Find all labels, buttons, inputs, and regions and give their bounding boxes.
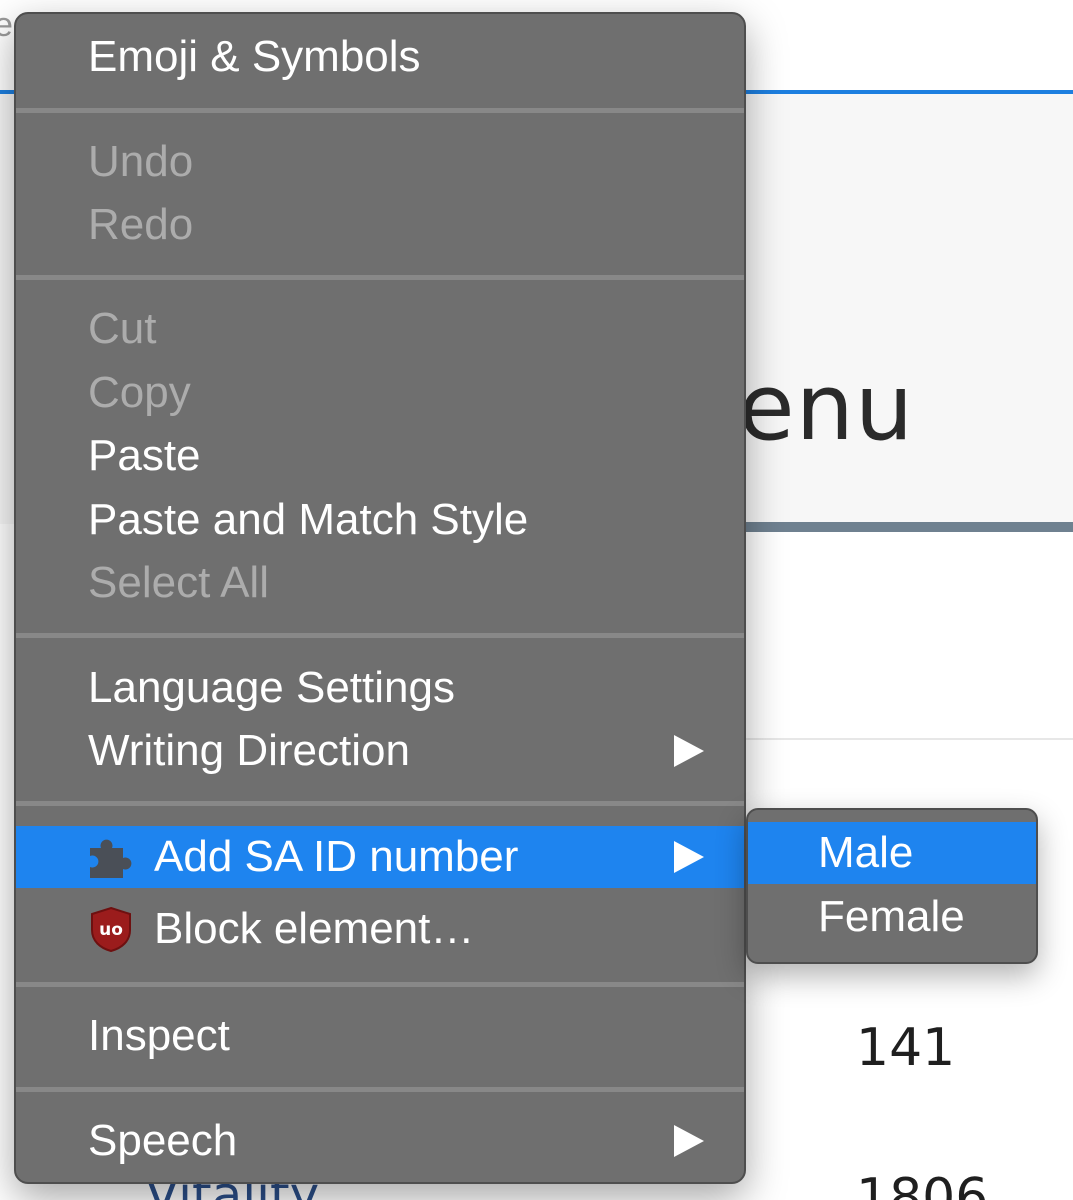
menu-item-paste[interactable]: Paste [16, 425, 744, 487]
menu-item-select-all[interactable]: Select All [16, 552, 744, 614]
context-menu: Emoji & Symbols Undo Redo Cut Copy Paste… [14, 12, 746, 1184]
table-cell-value: 141 [856, 1018, 956, 1078]
page-edge-text: e [0, 6, 13, 44]
menu-item-inspect[interactable]: Inspect [16, 1005, 744, 1067]
menu-item-label: Writing Direction [88, 726, 410, 775]
chevron-right-icon [674, 735, 704, 767]
menu-separator [16, 1087, 744, 1092]
puzzle-extension-icon [90, 839, 132, 878]
submenu-add-sa-id: Male Female [746, 808, 1038, 964]
chevron-right-icon [674, 841, 704, 873]
menu-item-label: Speech [88, 1116, 238, 1165]
menu-separator [16, 275, 744, 280]
submenu-item-female[interactable]: Female [748, 886, 1036, 948]
menu-item-paste-match-style[interactable]: Paste and Match Style [16, 489, 744, 551]
menu-separator [16, 801, 744, 806]
menu-item-writing-direction[interactable]: Writing Direction [16, 720, 744, 782]
submenu-item-male[interactable]: Male [748, 822, 1036, 884]
menu-item-cut[interactable]: Cut [16, 298, 744, 360]
menu-item-copy[interactable]: Copy [16, 362, 744, 424]
menu-item-speech[interactable]: Speech [16, 1110, 744, 1172]
menu-item-undo[interactable]: Undo [16, 131, 744, 193]
menu-item-label: Block element… [154, 904, 475, 953]
menu-item-add-sa-id-number[interactable]: Add SA ID number [16, 826, 744, 888]
menu-item-language-settings[interactable]: Language Settings [16, 657, 744, 719]
menu-item-emoji-symbols[interactable]: Emoji & Symbols [16, 26, 744, 88]
chevron-right-icon [674, 1125, 704, 1157]
menu-separator [16, 982, 744, 987]
menu-separator [16, 108, 744, 113]
menu-item-redo[interactable]: Redo [16, 194, 744, 256]
ublock-origin-icon: uo [91, 906, 131, 952]
svg-text:uo: uo [99, 920, 123, 940]
menu-item-label: Add SA ID number [154, 832, 519, 881]
menu-item-block-element[interactable]: uo Block element… [16, 898, 744, 960]
menu-separator [16, 633, 744, 638]
table-cell-value: 1806 [856, 1168, 989, 1200]
page-heading: enu [738, 354, 915, 461]
screenshot-canvas: e enu 141 Vitality 1806 Emoji & Symbols … [0, 0, 1073, 1200]
